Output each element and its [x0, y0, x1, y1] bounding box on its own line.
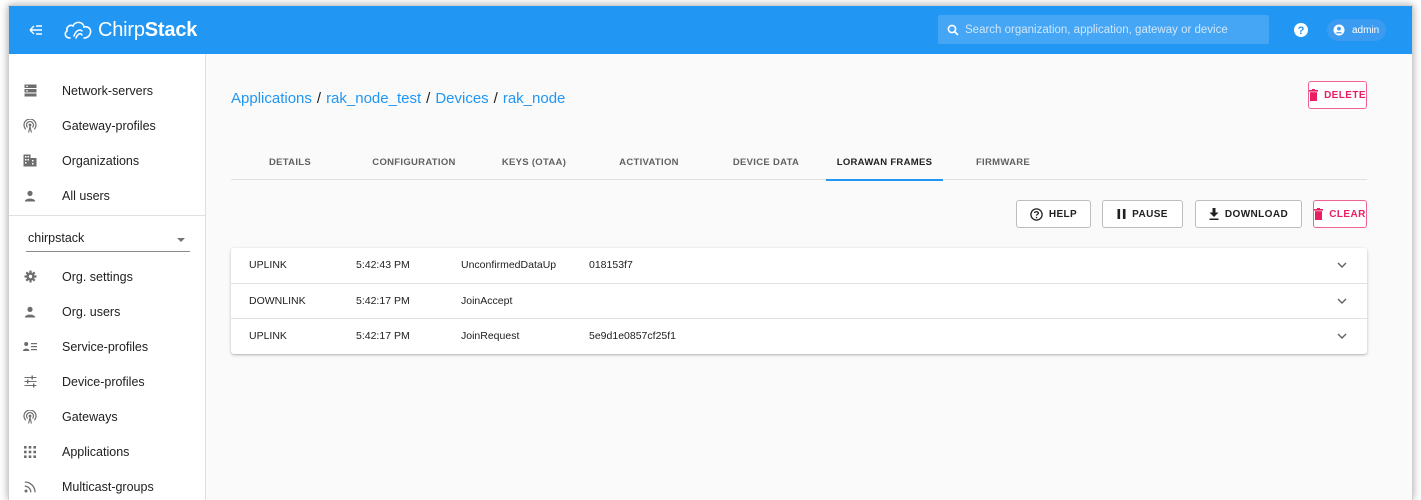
breadcrumb: Applications / rak_node_test / Devices / rak_n…	[231, 90, 566, 107]
sidebar-item-label: Organizations	[62, 153, 140, 168]
breadcrumb-application[interactable]: rak_node_test	[326, 90, 421, 107]
tab-details[interactable]: DETAILS	[254, 144, 326, 180]
trash-icon	[1314, 208, 1324, 220]
frame-time: 5:42:17 PM	[356, 330, 410, 342]
download-icon	[1209, 208, 1219, 220]
dropdown-arrow-icon	[177, 238, 185, 242]
sidebar-item-service-profiles[interactable]: Service-profiles	[9, 329, 205, 364]
sidebar-item-gateway-profiles[interactable]: Gateway-profiles	[9, 108, 205, 143]
frame-type: JoinAccept	[461, 295, 513, 307]
breadcrumb-device[interactable]: rak_node	[503, 90, 566, 107]
chirpstack-logo[interactable]: ChirpStack	[62, 19, 197, 42]
sidebar-item-applications[interactable]: Applications	[9, 434, 205, 469]
sidebar-item-device-profiles[interactable]: Device-profiles	[9, 364, 205, 399]
sidebar-item-label: Network-servers	[62, 83, 153, 98]
clear-button[interactable]: CLEAR	[1313, 200, 1367, 228]
radio-tower-icon	[23, 409, 37, 424]
tune-icon	[23, 375, 37, 389]
apps-grid-icon	[23, 445, 37, 459]
tab-activation[interactable]: ACTIVATION	[599, 144, 699, 180]
download-button[interactable]: DOWNLOAD	[1195, 200, 1302, 228]
help-button[interactable]: HELP	[1016, 200, 1091, 228]
frame-direction: UPLINK	[249, 259, 287, 271]
frame-row[interactable]: UPLINK 5:42:43 PM UnconfirmedDataUp 0181…	[231, 248, 1367, 283]
sidebar-item-label: Gateways	[62, 409, 118, 424]
chevron-down-icon[interactable]	[1337, 297, 1347, 305]
delete-button[interactable]: DELETE	[1308, 81, 1367, 109]
breadcrumb-applications[interactable]: Applications	[231, 90, 312, 107]
frame-id: 018153f7	[589, 259, 633, 271]
global-search[interactable]	[938, 15, 1269, 44]
frame-direction: DOWNLINK	[249, 295, 306, 307]
user-menu-button[interactable]: admin	[1327, 19, 1386, 41]
radio-tower-icon	[23, 118, 37, 133]
sidebar-item-label: Service-profiles	[62, 339, 149, 354]
tab-keys-otaa[interactable]: KEYS (OTAA)	[489, 144, 579, 180]
frame-time: 5:42:43 PM	[356, 259, 410, 271]
frame-time: 5:42:17 PM	[356, 295, 410, 307]
trash-icon	[1309, 89, 1319, 101]
sidebar: Network-servers Gateway-profiles Organiz…	[9, 54, 206, 500]
frame-row[interactable]: DOWNLINK 5:42:17 PM JoinAccept	[231, 283, 1367, 318]
sidebar-item-org-settings[interactable]: Org. settings	[9, 259, 205, 294]
frame-direction: UPLINK	[249, 330, 287, 342]
frame-id: 5e9d1e0857cf25f1	[589, 330, 676, 342]
sidebar-item-label: Applications	[62, 444, 130, 459]
account-circle-icon	[1333, 24, 1345, 36]
sidebar-item-organizations[interactable]: Organizations	[9, 143, 205, 178]
user-icon	[23, 189, 37, 203]
gear-icon	[23, 270, 37, 284]
organization-select[interactable]: chirpstack	[26, 225, 190, 252]
user-icon	[23, 305, 37, 319]
tab-firmware[interactable]: FIRMWARE	[963, 144, 1043, 180]
brand-name: ChirpStack	[98, 18, 198, 41]
sidebar-item-label: Org. settings	[62, 269, 133, 284]
username: admin	[1352, 24, 1380, 36]
tab-device-data[interactable]: DEVICE DATA	[719, 144, 813, 180]
chevron-down-icon[interactable]	[1337, 261, 1347, 269]
chirpstack-cloud-icon	[64, 21, 92, 39]
domain-icon	[23, 154, 37, 168]
sidebar-item-label: Device-profiles	[62, 374, 145, 389]
svg-text:?: ?	[1298, 25, 1305, 37]
pause-button[interactable]: PAUSE	[1102, 200, 1183, 228]
sidebar-divider	[9, 215, 205, 216]
sidebar-item-multicast-groups[interactable]: Multicast-groups	[9, 469, 205, 500]
breadcrumb-devices[interactable]: Devices	[435, 90, 488, 107]
frame-type: JoinRequest	[461, 330, 520, 342]
rss-icon	[23, 480, 37, 494]
search-input[interactable]	[965, 23, 1265, 36]
account-details-icon	[23, 340, 37, 354]
sidebar-item-label: Multicast-groups	[62, 479, 154, 494]
tab-lorawan-frames[interactable]: LORAWAN FRAMES	[826, 144, 943, 181]
search-icon	[947, 24, 959, 36]
tab-configuration[interactable]: CONFIGURATION	[359, 144, 469, 180]
help-circle-icon[interactable]: ?	[1293, 22, 1309, 38]
collapse-menu-icon[interactable]	[26, 20, 46, 40]
server-icon	[23, 84, 37, 98]
top-app-bar: ChirpStack ? admin	[9, 6, 1412, 54]
sidebar-item-label: All users	[62, 188, 110, 203]
frame-type: UnconfirmedDataUp	[461, 259, 557, 271]
sidebar-item-label: Org. users	[62, 304, 121, 319]
frame-row[interactable]: UPLINK 5:42:17 PM JoinRequest 5e9d1e0857…	[231, 318, 1367, 353]
device-tabs: DETAILS CONFIGURATION KEYS (OTAA) ACTIVA…	[231, 144, 1367, 181]
app-window: ChirpStack ? admin Network-servers Gatew…	[8, 5, 1413, 500]
help-outline-icon	[1030, 207, 1043, 221]
sidebar-item-label: Gateway-profiles	[62, 118, 156, 133]
sidebar-item-org-users[interactable]: Org. users	[9, 294, 205, 329]
pause-icon	[1117, 209, 1126, 219]
lorawan-frames-list: UPLINK 5:42:43 PM UnconfirmedDataUp 0181…	[231, 248, 1367, 354]
organization-select-value: chirpstack	[28, 231, 85, 245]
sidebar-item-gateways[interactable]: Gateways	[9, 399, 205, 434]
sidebar-item-network-servers[interactable]: Network-servers	[9, 73, 205, 108]
chevron-down-icon[interactable]	[1337, 332, 1347, 340]
sidebar-item-all-users[interactable]: All users	[9, 178, 205, 213]
